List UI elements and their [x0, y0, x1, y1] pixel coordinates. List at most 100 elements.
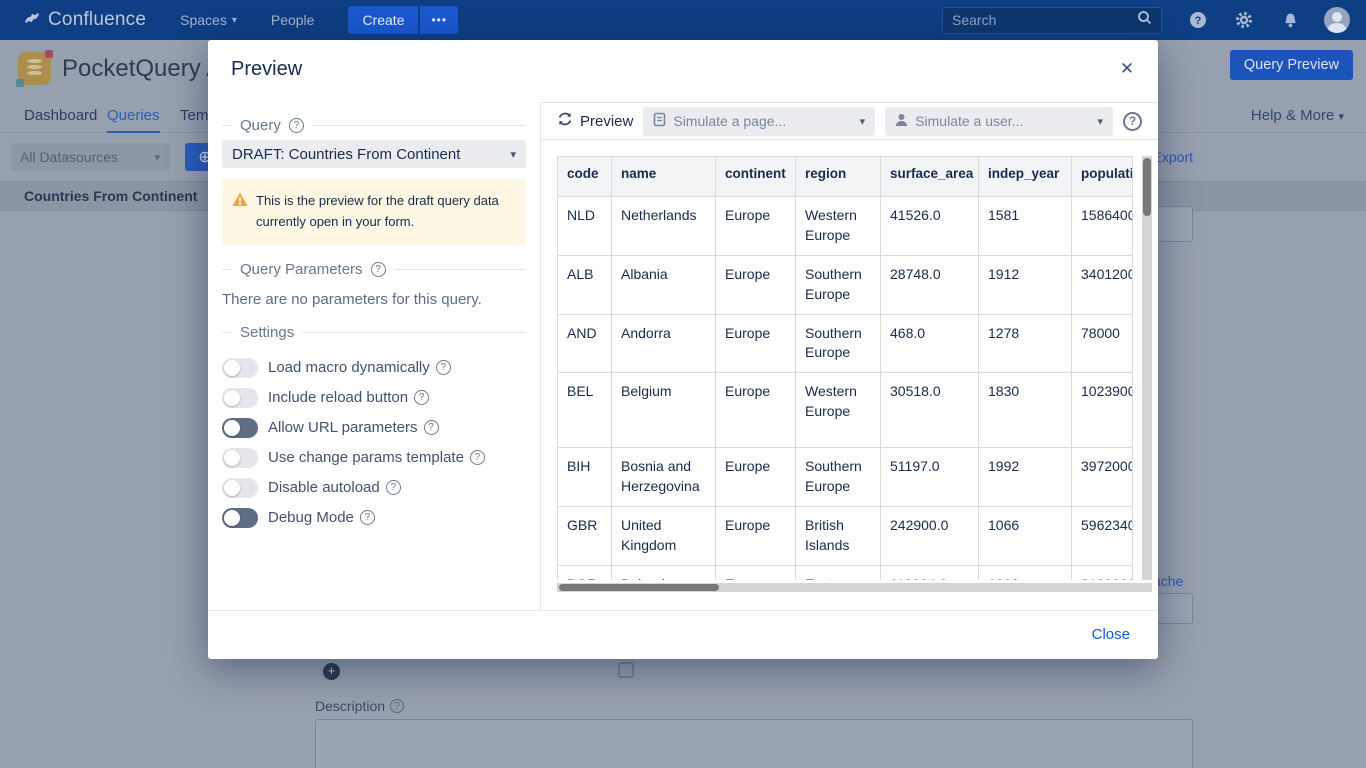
table-cell: 1912	[979, 255, 1072, 314]
question-circle-icon[interactable]: ?	[289, 118, 304, 133]
help-icon[interactable]: ?	[1188, 10, 1208, 30]
gear-icon[interactable]	[1234, 10, 1254, 30]
horizontal-scrollbar-thumb[interactable]	[559, 584, 719, 591]
table-row: NLDNetherlandsEuropeWestern Europe41526.…	[558, 197, 1133, 256]
table-cell: 1066	[979, 507, 1072, 566]
table-cell: BIH	[558, 448, 612, 507]
table-cell: NLD	[558, 197, 612, 256]
modal-title: Preview	[231, 58, 302, 81]
warning-icon	[232, 192, 248, 233]
column-header: code	[558, 157, 612, 197]
toggle-switch[interactable]	[222, 478, 258, 498]
table-cell: 59623400	[1072, 507, 1133, 566]
question-circle-icon[interactable]: ?	[386, 480, 401, 495]
chevron-down-icon: ▾	[860, 115, 866, 128]
help-more-link[interactable]: Help & More ▾	[1251, 107, 1344, 124]
brand-name: Confluence	[48, 9, 146, 31]
simulate-user-select[interactable]: Simulate a user... ▾	[885, 107, 1113, 136]
question-circle-icon[interactable]: ?	[470, 450, 485, 465]
query-preview-button[interactable]: Query Preview	[1230, 50, 1353, 80]
nav-search[interactable]	[942, 7, 1162, 34]
table-cell: Europe	[716, 255, 796, 314]
table-cell: Southern Europe	[796, 314, 881, 373]
query-form-panel: Query ? DRAFT: Countries From Continent …	[208, 102, 540, 610]
toggle-switch[interactable]	[222, 508, 258, 528]
vertical-scrollbar[interactable]	[1142, 156, 1152, 580]
question-circle-icon[interactable]: ?	[414, 390, 429, 405]
avatar[interactable]	[1324, 7, 1350, 33]
table-cell: 41526.0	[881, 197, 979, 256]
confluence-brand[interactable]: Confluence	[24, 9, 146, 31]
toggle-switch[interactable]	[222, 358, 258, 378]
description-label: Description?	[315, 698, 404, 714]
vertical-scrollbar-thumb[interactable]	[1143, 158, 1151, 216]
result-table: codenamecontinentregionsurface_areaindep…	[557, 156, 1133, 580]
nav-people[interactable]: People	[271, 12, 315, 28]
table-cell: Bulgaria	[612, 565, 716, 580]
params-empty-text: There are no parameters for this query.	[222, 291, 526, 308]
table-cell: 8190900	[1072, 565, 1133, 580]
table-cell: 1908	[979, 565, 1072, 580]
nav-more-button[interactable]: •••	[420, 6, 458, 34]
tab-dashboard[interactable]: Dashboard	[24, 107, 97, 124]
toggle-switch[interactable]	[222, 418, 258, 438]
column-header: surface_area	[881, 157, 979, 197]
table-cell: Andorra	[612, 314, 716, 373]
close-button[interactable]: Close	[1092, 626, 1130, 643]
toggle-switch[interactable]	[222, 388, 258, 408]
table-cell: Eastern Europe	[796, 565, 881, 580]
toggle-row: Debug Mode?	[222, 503, 526, 533]
description-textarea[interactable]	[315, 719, 1193, 768]
refresh-preview-button[interactable]: Preview	[557, 111, 633, 131]
table-cell: 242900.0	[881, 507, 979, 566]
toggle-switch[interactable]	[222, 448, 258, 468]
export-link[interactable]: Export	[1153, 149, 1193, 165]
close-icon[interactable]: ✕	[1116, 58, 1138, 80]
question-circle-icon[interactable]: ?	[436, 360, 451, 375]
search-input[interactable]	[952, 12, 1137, 28]
question-circle-icon[interactable]: ?	[390, 699, 404, 713]
table-cell: 468.0	[881, 314, 979, 373]
tab-queries[interactable]: Queries	[107, 107, 160, 133]
query-section-legend: Query ?	[222, 117, 526, 134]
datasource-filter-select[interactable]: All Datasources▾	[10, 143, 170, 171]
question-circle-icon[interactable]: ?	[360, 510, 375, 525]
background-checkbox[interactable]	[618, 662, 634, 678]
user-icon	[895, 113, 908, 130]
table-cell: Southern Europe	[796, 448, 881, 507]
preview-help-icon[interactable]: ?	[1123, 112, 1142, 131]
params-section-legend: Query Parameters ?	[222, 261, 526, 278]
table-cell: Europe	[716, 448, 796, 507]
table-cell: 51197.0	[881, 448, 979, 507]
add-icon[interactable]: +	[323, 663, 340, 680]
page-icon	[653, 112, 666, 130]
table-row: BELBelgiumEuropeWestern Europe30518.0183…	[558, 373, 1133, 448]
table-cell: Europe	[716, 507, 796, 566]
toggle-row: Disable autoload?	[222, 473, 526, 503]
column-header: name	[612, 157, 716, 197]
nav-spaces[interactable]: Spaces▾	[180, 12, 237, 28]
table-cell: Albania	[612, 255, 716, 314]
chevron-down-icon: ▾	[1097, 115, 1103, 128]
table-cell: 1992	[979, 448, 1072, 507]
question-circle-icon[interactable]: ?	[371, 262, 386, 277]
create-button[interactable]: Create	[348, 6, 418, 34]
question-circle-icon[interactable]: ?	[424, 420, 439, 435]
table-cell: 1581	[979, 197, 1072, 256]
simulate-page-select[interactable]: Simulate a page... ▾	[643, 107, 875, 136]
settings-toggles: Load macro dynamically?Include reload bu…	[222, 353, 526, 533]
table-cell: United Kingdom	[612, 507, 716, 566]
table-cell: Western Europe	[796, 197, 881, 256]
table-cell: Netherlands	[612, 197, 716, 256]
chevron-down-icon: ▾	[510, 148, 516, 161]
toggle-row: Load macro dynamically?	[222, 353, 526, 383]
settings-section-legend: Settings	[222, 324, 526, 341]
table-cell: Europe	[716, 197, 796, 256]
horizontal-scrollbar[interactable]	[557, 583, 1152, 592]
table-cell: 30518.0	[881, 373, 979, 448]
query-select[interactable]: DRAFT: Countries From Continent ▾	[222, 140, 526, 168]
modal-footer: Close	[208, 610, 1158, 659]
toggle-row: Allow URL parameters?	[222, 413, 526, 443]
bell-icon[interactable]	[1280, 10, 1300, 30]
table-row: BGRBulgariaEuropeEastern Europe110994.01…	[558, 565, 1133, 580]
